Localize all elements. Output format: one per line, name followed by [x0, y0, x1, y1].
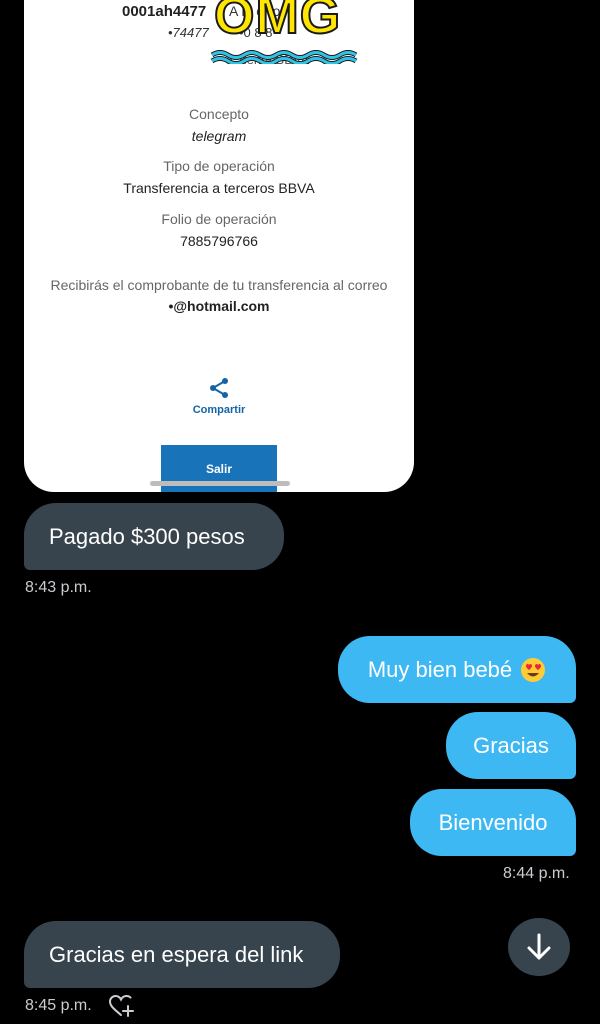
wave-decoration	[210, 50, 358, 64]
message-text: Gracias en espera del link	[49, 941, 304, 967]
account-sub: •74477	[168, 25, 209, 40]
account-number: 0001ah4477	[122, 3, 207, 20]
folio-label: Folio de operación	[161, 211, 277, 227]
message-timestamp: 8:43 p.m.	[25, 579, 92, 596]
message-bubble-outgoing[interactable]: Muy bien bebé	[338, 636, 576, 703]
email-value: •@hotmail.com	[168, 298, 270, 314]
omg-sticker: OMG	[213, 0, 342, 45]
share-icon[interactable]	[207, 376, 231, 400]
message-timestamp: 8:45 p.m.	[25, 997, 92, 1014]
share-label[interactable]: Compartir	[24, 404, 414, 416]
message-bubble-incoming[interactable]: Pagado $300 pesos	[24, 503, 284, 570]
operation-type-value: Transferencia a terceros BBVA	[123, 180, 315, 196]
message-timestamp: 8:44 p.m.	[503, 865, 570, 882]
heart-eyes-emoji	[521, 657, 546, 682]
receipt-image[interactable]: 0001ah4477 •74477 A ia o ro •0 8 8 Cuent…	[24, 0, 414, 492]
chat-screen: 0001ah4477 •74477 A ia o ro •0 8 8 Cuent…	[0, 0, 600, 1024]
message-bubble-outgoing[interactable]: Gracias	[446, 712, 576, 779]
concept-value: telegram	[191, 128, 247, 144]
arrow-down-icon	[527, 933, 551, 960]
email-notice: Recibirás el comprobante de tu transfere…	[50, 277, 388, 293]
message-text: Gracias	[473, 732, 549, 758]
message-text: Muy bien bebé	[367, 656, 513, 682]
message-bubble-outgoing[interactable]: Bienvenido	[410, 789, 576, 856]
operation-type-label: Tipo de operación	[163, 158, 275, 174]
home-indicator	[150, 481, 290, 486]
folio-value: 7885796766	[180, 233, 258, 249]
message-bubble-incoming[interactable]: Gracias en espera del link	[24, 921, 340, 988]
concept-label: Concepto	[189, 106, 249, 122]
message-text: Pagado $300 pesos	[49, 523, 245, 549]
message-text: Bienvenido	[438, 809, 548, 835]
scroll-down-button[interactable]	[508, 918, 570, 976]
heart-plus-icon[interactable]	[108, 993, 134, 1019]
